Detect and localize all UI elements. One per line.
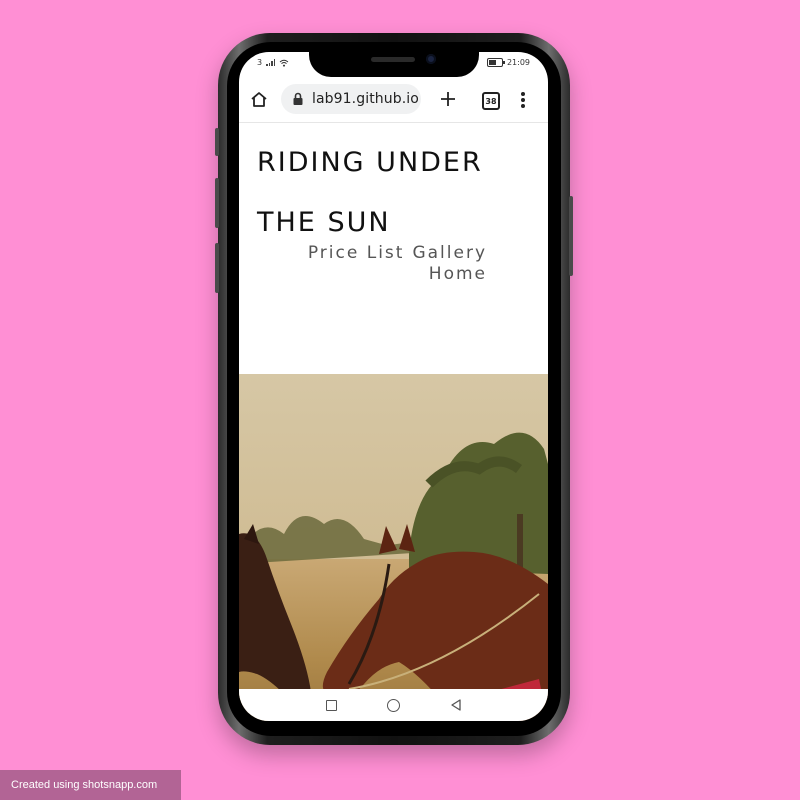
phone-screen: 3 21:09 lab91.github.io 38 RIDING UNDER … — [239, 52, 548, 721]
home-circle-icon[interactable] — [386, 698, 400, 712]
watermark: Created using shotsnapp.com — [0, 770, 181, 800]
phone-volume-down — [215, 243, 219, 293]
wifi-icon — [279, 59, 289, 67]
address-bar[interactable]: lab91.github.io — [281, 84, 421, 114]
browser-toolbar: lab91.github.io 38 — [239, 80, 548, 123]
site-nav: Price List Gallery Home — [289, 243, 487, 285]
tab-switcher-button[interactable]: 38 — [482, 92, 500, 110]
nav-gallery[interactable]: Gallery — [412, 243, 487, 263]
earpiece-speaker — [371, 57, 415, 62]
android-nav-bar — [239, 689, 548, 721]
more-vertical-icon[interactable] — [520, 90, 526, 110]
horses-photo — [239, 374, 548, 721]
phone-power-button — [569, 196, 573, 276]
recents-square-icon[interactable] — [325, 699, 337, 711]
title-line-1: RIDING UNDER — [257, 147, 483, 178]
site-title: RIDING UNDER THE SUN — [257, 133, 527, 253]
battery-icon — [486, 58, 505, 67]
lock-icon — [293, 92, 303, 105]
title-line-2: THE SUN — [257, 207, 391, 238]
back-triangle-icon[interactable] — [450, 699, 462, 711]
nav-price-list[interactable]: Price List — [308, 243, 405, 263]
signal-icon — [266, 59, 276, 66]
clock: 21:09 — [506, 58, 530, 67]
network-label: 3 — [257, 58, 263, 67]
phone-volume-up — [215, 178, 219, 228]
phone-side-button — [215, 128, 219, 156]
nav-home[interactable]: Home — [429, 264, 487, 284]
tab-count: 38 — [485, 96, 497, 106]
watermark-text: Created using shotsnapp.com — [11, 779, 158, 791]
home-icon[interactable] — [249, 90, 269, 110]
front-camera — [426, 54, 436, 64]
plus-icon[interactable] — [438, 89, 458, 109]
url-text: lab91.github.io — [312, 91, 419, 107]
hero-image — [239, 374, 548, 721]
